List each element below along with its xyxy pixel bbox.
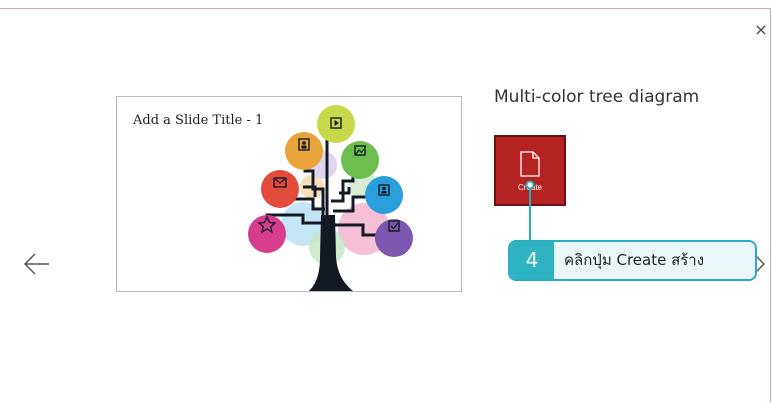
document-icon xyxy=(520,151,540,177)
template-title: Multi-color tree diagram xyxy=(494,87,700,107)
step-number: 4 xyxy=(510,242,554,279)
arrow-left-icon[interactable] xyxy=(22,249,52,279)
close-button[interactable]: × xyxy=(752,21,770,39)
callout-text: คลิกปุ่ม Create สร้าง xyxy=(564,251,705,269)
create-label: Create xyxy=(517,183,542,192)
create-button[interactable]: Create xyxy=(494,135,566,206)
close-icon: × xyxy=(754,20,768,39)
template-dialog: × Add a Slide Title - 1 Multi-color tree… xyxy=(0,8,771,402)
template-preview[interactable]: Add a Slide Title - 1 xyxy=(116,96,462,292)
tree-diagram-illustration xyxy=(248,105,413,291)
step-callout: 4 คลิกปุ่ม Create สร้าง xyxy=(508,240,757,281)
